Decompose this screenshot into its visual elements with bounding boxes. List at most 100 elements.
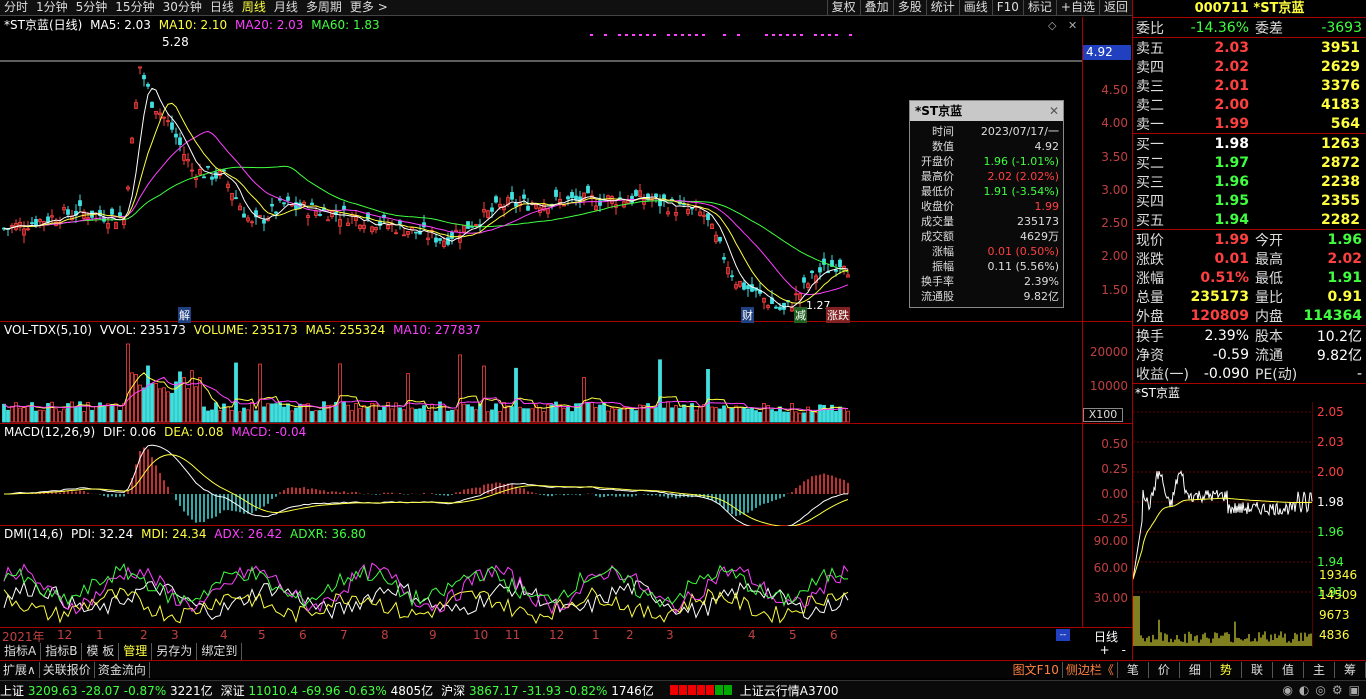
index-name: 沪深 <box>441 683 466 698</box>
period-tab-15min[interactable]: 15分钟 <box>111 0 158 15</box>
tab-chou[interactable]: 筹 <box>1335 661 1366 678</box>
lock-icon[interactable]: ▣ <box>1349 683 1360 697</box>
volume-bar <box>498 411 502 423</box>
period-tab-fenshi[interactable]: 分时 <box>0 0 32 15</box>
candle-body <box>722 257 726 260</box>
back-button[interactable]: 返回 <box>1098 0 1132 15</box>
candle-body <box>174 133 178 138</box>
tab-jia[interactable]: 价 <box>1149 661 1180 678</box>
restore-rights-button[interactable]: 复权 <box>826 0 860 15</box>
mini-chart[interactable]: 2.05 2.03 2.00 1.98 1.96 1.94 1.91 19346 14509 96… <box>1133 402 1366 647</box>
month-label: 6 <box>830 628 838 642</box>
candle-body <box>234 197 238 200</box>
manage-tab[interactable]: 管理 <box>119 643 153 660</box>
add-watchlist-button[interactable]: +自选 <box>1055 0 1099 15</box>
tab-lian[interactable]: 联 <box>1242 661 1273 678</box>
save-as-tab[interactable]: 另存为 <box>152 643 198 660</box>
stat-label: 总量 <box>1136 289 1164 306</box>
candle-body <box>78 200 82 207</box>
period-tab-weekly[interactable]: 月线 <box>270 0 302 15</box>
index-ticker[interactable]: 沪深 3867.17 -31.93 -0.82% 1746亿 <box>441 682 654 699</box>
tab-shi[interactable]: 势 <box>1211 661 1242 678</box>
volume-bar <box>814 412 818 423</box>
index-ticker[interactable]: 深证 11010.4 -69.96 -0.63% 4805亿 <box>221 682 434 699</box>
candle-body <box>746 285 750 290</box>
dmi-pane[interactable]: DMI(14,6) PDI: 32.24 MDI: 24.34 ADX: 26.… <box>0 526 1132 628</box>
bid-volume: 2872 <box>1321 154 1360 171</box>
volume-bar <box>762 403 766 423</box>
ask-row[interactable]: 卖二 2.00 4183 <box>1133 95 1366 114</box>
signal-dot <box>618 34 621 36</box>
fundamental-row: 净资 -0.59 流通 9.82亿 <box>1133 345 1366 364</box>
fund-flow-tab[interactable]: 资金流向 <box>95 661 150 678</box>
wireless-icon[interactable]: ◎ <box>1315 683 1325 697</box>
volume-bar <box>654 406 658 423</box>
tooltip-key: 收盘价 <box>921 200 954 213</box>
period-tab-daily[interactable]: 周线 <box>238 0 270 15</box>
tab-bi[interactable]: 笔 <box>1118 661 1149 678</box>
ask-row[interactable]: 卖三 2.01 3376 <box>1133 76 1366 95</box>
volume-bar <box>590 401 594 423</box>
tooltip-header: *ST京蓝 ✕ <box>910 101 1063 121</box>
bid-row[interactable]: 买三 1.96 2238 <box>1133 172 1366 191</box>
sound-icon[interactable]: ◐ <box>1299 683 1309 697</box>
index-name: 深证 <box>220 683 245 698</box>
volume-bar <box>18 407 22 423</box>
tooltip-close-icon[interactable]: ✕ <box>1049 101 1059 121</box>
candle-body <box>434 237 438 243</box>
zoom-out-icon[interactable]: - <box>1116 643 1132 660</box>
multi-stock-button[interactable]: 多股 <box>892 0 926 15</box>
mark-button[interactable]: 标记 <box>1022 0 1056 15</box>
feed-status[interactable]: 上证云行情A3700 <box>740 682 839 699</box>
period-tab-60min[interactable]: 日线 <box>206 0 238 15</box>
bid-price: 1.97 <box>1214 154 1249 171</box>
tab-zhu[interactable]: 主 <box>1304 661 1335 678</box>
fund-label: PE(动) <box>1255 366 1298 383</box>
volume-bar <box>390 408 394 423</box>
period-tab-monthly[interactable]: 多周期 <box>302 0 346 15</box>
period-tab-5min[interactable]: 5分钟 <box>72 0 112 15</box>
kline-pane[interactable]: *ST京蓝(日线) MA5: 2.03 MA10: 2.10 MA20: 2.0… <box>0 17 1132 323</box>
bid-row[interactable]: 买五 1.94 2282 <box>1133 210 1366 229</box>
overlay-button[interactable]: 叠加 <box>859 0 893 15</box>
bid-row[interactable]: 买二 1.97 2872 <box>1133 153 1366 172</box>
bid-row[interactable]: 买四 1.95 2355 <box>1133 191 1366 210</box>
related-quotes-tab[interactable]: 关联报价 <box>40 661 95 678</box>
stat-label: 涨跌 <box>1136 251 1164 268</box>
volume-pane[interactable]: VOL-TDX(5,10) VVOL: 235173 VOLUME: 23517… <box>0 322 1132 424</box>
volume-bar <box>490 409 494 423</box>
settings-icon[interactable]: ⚙ <box>1332 683 1343 697</box>
y-tick: 3.00 <box>1101 183 1128 197</box>
index-ticker[interactable]: 上证 3209.63 -28.07 -0.87% 3221亿 <box>0 682 213 699</box>
indicator-b-tab[interactable]: 指标B <box>41 643 83 660</box>
macd-pane[interactable]: MACD(12,26,9) DIF: 0.06 DEA: 0.08 MACD: … <box>0 424 1132 526</box>
user-icon[interactable]: ◉ <box>1282 683 1292 697</box>
f10-info-tab[interactable]: 图文F10 <box>1010 661 1063 678</box>
tooltip-value: 2023/07/17/一 <box>980 125 1059 138</box>
indicator-a-tab[interactable]: 指标A <box>0 643 42 660</box>
ask-row[interactable]: 卖五 2.03 3951 <box>1133 38 1366 57</box>
bind-to-tab[interactable]: 绑定到 <box>197 643 243 660</box>
draw-line-button[interactable]: 画线 <box>958 0 992 15</box>
tab-zhi[interactable]: 值 <box>1273 661 1304 678</box>
index-value: 3209.63 <box>24 683 78 698</box>
period-tab-30min[interactable]: 30分钟 <box>159 0 206 15</box>
expand-tab[interactable]: 扩展∧ <box>0 661 40 678</box>
statistics-button[interactable]: 统计 <box>925 0 959 15</box>
zoom-in-icon[interactable]: + <box>1094 643 1116 660</box>
period-tab-multi[interactable]: 更多 > <box>346 0 392 15</box>
volume-bar <box>310 411 314 423</box>
tooltip-row: 成交额 4629万 <box>910 229 1063 244</box>
axis-divider <box>1082 526 1083 628</box>
ask-row[interactable]: 卖一 1.99 564 <box>1133 114 1366 133</box>
template-tab[interactable]: 模 板 <box>82 643 120 660</box>
signal-dot <box>653 34 656 36</box>
sidebar-tab[interactable]: 侧边栏《 <box>1063 661 1118 678</box>
volume-bar <box>318 410 322 423</box>
bid-row[interactable]: 买一 1.98 1263 <box>1133 134 1366 153</box>
period-tab-1min[interactable]: 1分钟 <box>32 0 72 15</box>
f10-button[interactable]: F10 <box>991 0 1023 15</box>
ask-row[interactable]: 卖四 2.02 2629 <box>1133 57 1366 76</box>
period-toolbar: 分时 1分钟 5分钟 15分钟 30分钟 日线 周线 月线 多周期 更多 > 复… <box>0 0 1132 16</box>
tab-xi[interactable]: 细 <box>1180 661 1211 678</box>
